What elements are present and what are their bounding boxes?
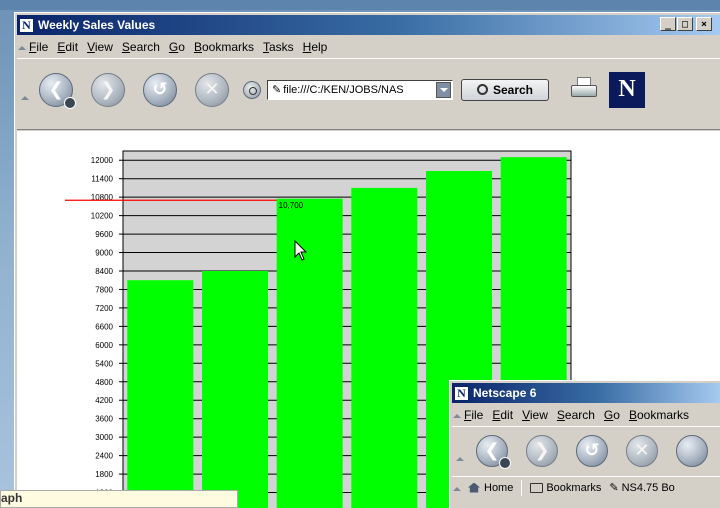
second-menu-go[interactable]: Go (604, 408, 620, 422)
second-menu-file[interactable]: File (464, 408, 483, 422)
bookmarks-button[interactable]: Bookmarks (530, 482, 601, 494)
y-tick-label: 6600 (95, 322, 113, 331)
stop-button[interactable]: ✕ (195, 72, 229, 107)
maximize-button[interactable]: □ (677, 17, 693, 31)
bar (351, 187, 418, 508)
second-back-dropdown-icon[interactable] (499, 456, 511, 469)
second-toolbar-grip-icon[interactable] (454, 423, 466, 479)
window-title: Weekly Sales Values (38, 18, 156, 32)
menu-file[interactable]: File (29, 40, 48, 54)
link-icon: ✎ (272, 84, 282, 96)
bar (127, 280, 194, 508)
y-tick-label: 3600 (95, 415, 113, 424)
y-tick-label: 9000 (95, 249, 113, 258)
y-tick-label: 2400 (95, 452, 113, 461)
y-tick-label: 7800 (95, 285, 113, 294)
netscape-6-window: N Netscape 6 File Edit View Search Go Bo… (449, 380, 720, 508)
second-title-bar[interactable]: N Netscape 6 (452, 383, 720, 403)
y-tick-label: 4800 (95, 378, 113, 387)
y-tick-label: 12000 (91, 156, 114, 165)
toolbar-separator (521, 479, 523, 496)
menu-edit[interactable]: Edit (57, 40, 78, 54)
back-button[interactable]: ❮ (39, 72, 76, 109)
personal-toolbar-collapsed[interactable] (17, 120, 720, 130)
url-input[interactable]: ✎ file:///C:/KEN/JOBS/NAS (267, 79, 453, 100)
menu-view[interactable]: View (87, 40, 113, 54)
ns475-bookmark[interactable]: ✎ NS4.75 Bo (609, 481, 674, 495)
folder-icon (530, 482, 544, 493)
second-menu-view[interactable]: View (522, 408, 548, 422)
second-reload-button[interactable]: ↺ (576, 434, 608, 467)
bookmarks-grip-icon[interactable] (452, 480, 461, 496)
second-menu-bookmarks[interactable]: Bookmarks (629, 408, 689, 422)
close-button[interactable]: × (696, 17, 712, 31)
menu-tasks[interactable]: Tasks (263, 40, 294, 54)
y-tick-label: 6000 (95, 341, 113, 350)
back-arrow-icon: ❮ (48, 79, 64, 100)
second-stop-x-icon: ✕ (634, 440, 650, 461)
bar (276, 198, 343, 508)
navigation-toolbar: ❮ ❯ ↺ ✕ ✎ file:///C:/KEN/JOBS/NAS Search (17, 58, 720, 120)
second-netscape-logo-icon: N (454, 385, 469, 401)
y-tick-label: 1800 (95, 470, 113, 479)
forward-arrow-icon: ❯ (100, 79, 116, 100)
second-navigation-toolbar: ❮ ❯ ↺ ✕ (452, 426, 720, 474)
y-tick-label: 11400 (91, 175, 113, 184)
minimize-button[interactable]: _ (660, 17, 676, 31)
y-tick-label: 3000 (95, 433, 113, 442)
bookmarks-toolbar: Home Bookmarks ✎ NS4.75 Bo (452, 476, 720, 498)
netscape-logo-icon: N (19, 17, 34, 33)
y-tick-label: 8400 (95, 267, 113, 276)
menu-help[interactable]: Help (303, 40, 328, 54)
second-forward-arrow-icon: ❯ (534, 440, 550, 461)
url-dropdown-icon[interactable] (436, 81, 451, 98)
menubar-grip-icon[interactable] (17, 39, 26, 55)
menu-search[interactable]: Search (122, 40, 160, 54)
toolbar-grip-icon[interactable] (19, 62, 31, 118)
site-icon[interactable] (243, 80, 261, 99)
home-icon (468, 482, 480, 493)
second-window-title: Netscape 6 (473, 386, 537, 400)
stop-x-icon: ✕ (204, 79, 220, 100)
menu-bar: File Edit View Search Go Bookmarks Tasks… (17, 37, 336, 57)
background-window-strip (0, 0, 720, 10)
home-button[interactable]: Home (468, 482, 513, 494)
forward-button[interactable]: ❯ (91, 72, 125, 107)
second-reload-icon: ↺ (584, 440, 600, 461)
url-text: file:///C:/KEN/JOBS/NAS (283, 83, 404, 96)
second-menubar-grip-icon[interactable] (452, 407, 461, 423)
second-menu-bar: File Edit View Search Go Bookmarks (452, 405, 698, 425)
second-forward-button[interactable]: ❯ (526, 434, 558, 467)
location-bar: ✎ file:///C:/KEN/JOBS/NAS Search (243, 78, 549, 101)
search-button[interactable]: Search (461, 78, 549, 101)
reference-line-label: 10,700 (279, 201, 304, 210)
second-site-button[interactable] (676, 434, 708, 467)
bar (202, 271, 268, 508)
second-back-arrow-icon: ❮ (484, 440, 500, 461)
netscape-throbber-icon[interactable]: N (609, 71, 645, 108)
y-tick-label: 4200 (95, 396, 113, 405)
print-icon[interactable] (569, 76, 603, 103)
second-menu-search[interactable]: Search (557, 408, 595, 422)
search-icon (476, 84, 488, 95)
second-back-button[interactable]: ❮ (476, 434, 511, 469)
reload-button[interactable]: ↺ (143, 72, 177, 107)
partial-window-label: aph (0, 490, 238, 508)
menu-go[interactable]: Go (169, 40, 185, 54)
y-tick-label: 9600 (95, 230, 113, 239)
second-stop-button[interactable]: ✕ (626, 434, 658, 467)
title-bar[interactable]: N Weekly Sales Values _ □ × (17, 15, 720, 35)
back-dropdown-icon[interactable] (64, 96, 76, 109)
y-tick-label: 7200 (95, 304, 113, 313)
second-menu-edit[interactable]: Edit (492, 408, 513, 422)
menu-bookmarks[interactable]: Bookmarks (194, 40, 254, 54)
reload-icon: ↺ (152, 79, 168, 100)
y-tick-label: 5400 (95, 359, 113, 368)
bookmark-link-icon: ✎ (609, 482, 619, 494)
search-label: Search (492, 82, 534, 97)
y-tick-label: 10200 (91, 212, 114, 221)
